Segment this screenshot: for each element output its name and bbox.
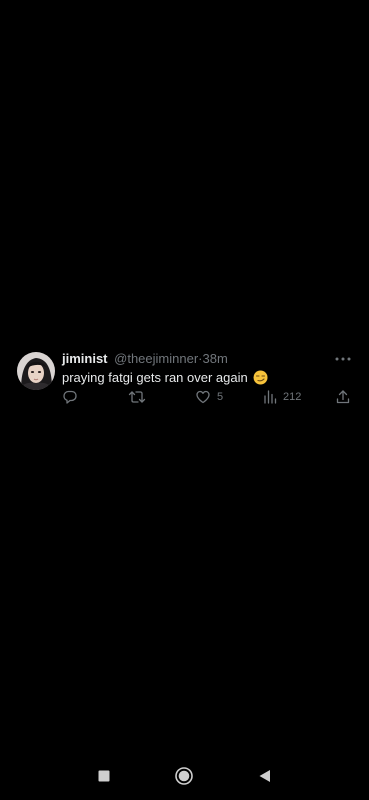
tweet-text-content: praying fatgi gets ran over again: [62, 370, 248, 385]
more-dots-icon[interactable]: [333, 352, 353, 366]
reply-icon: [62, 389, 78, 405]
views-count: 212: [283, 391, 302, 403]
smirking-face-emoji-icon: [253, 370, 268, 385]
recent-apps-square-icon[interactable]: [94, 766, 114, 786]
views-bar-chart-icon: [263, 389, 277, 405]
avatar[interactable]: [17, 352, 55, 390]
home-circle-icon[interactable]: [174, 766, 194, 786]
share-icon: [335, 389, 351, 405]
share-button[interactable]: [335, 387, 351, 407]
retweet-button[interactable]: [128, 387, 146, 407]
retweet-icon: [128, 389, 146, 405]
tweet[interactable]: jiminist @theejiminner·38m praying fatgi…: [0, 340, 369, 420]
display-name[interactable]: jiminist: [62, 351, 108, 366]
tweet-text: praying fatgi gets ran over again: [62, 369, 268, 387]
user-handle[interactable]: @theejiminner: [114, 351, 198, 366]
heart-icon: [195, 389, 211, 405]
like-count: 5: [217, 391, 224, 403]
like-button[interactable]: 5: [195, 387, 223, 407]
views-button[interactable]: 212: [263, 387, 301, 407]
timestamp[interactable]: 38m: [203, 351, 228, 366]
reply-button[interactable]: [62, 387, 78, 407]
back-triangle-icon[interactable]: [255, 766, 275, 786]
tweet-actions: 5 212: [0, 387, 369, 407]
tweet-header: jiminist @theejiminner·38m: [62, 351, 228, 367]
system-navigation-bar: [0, 754, 369, 800]
